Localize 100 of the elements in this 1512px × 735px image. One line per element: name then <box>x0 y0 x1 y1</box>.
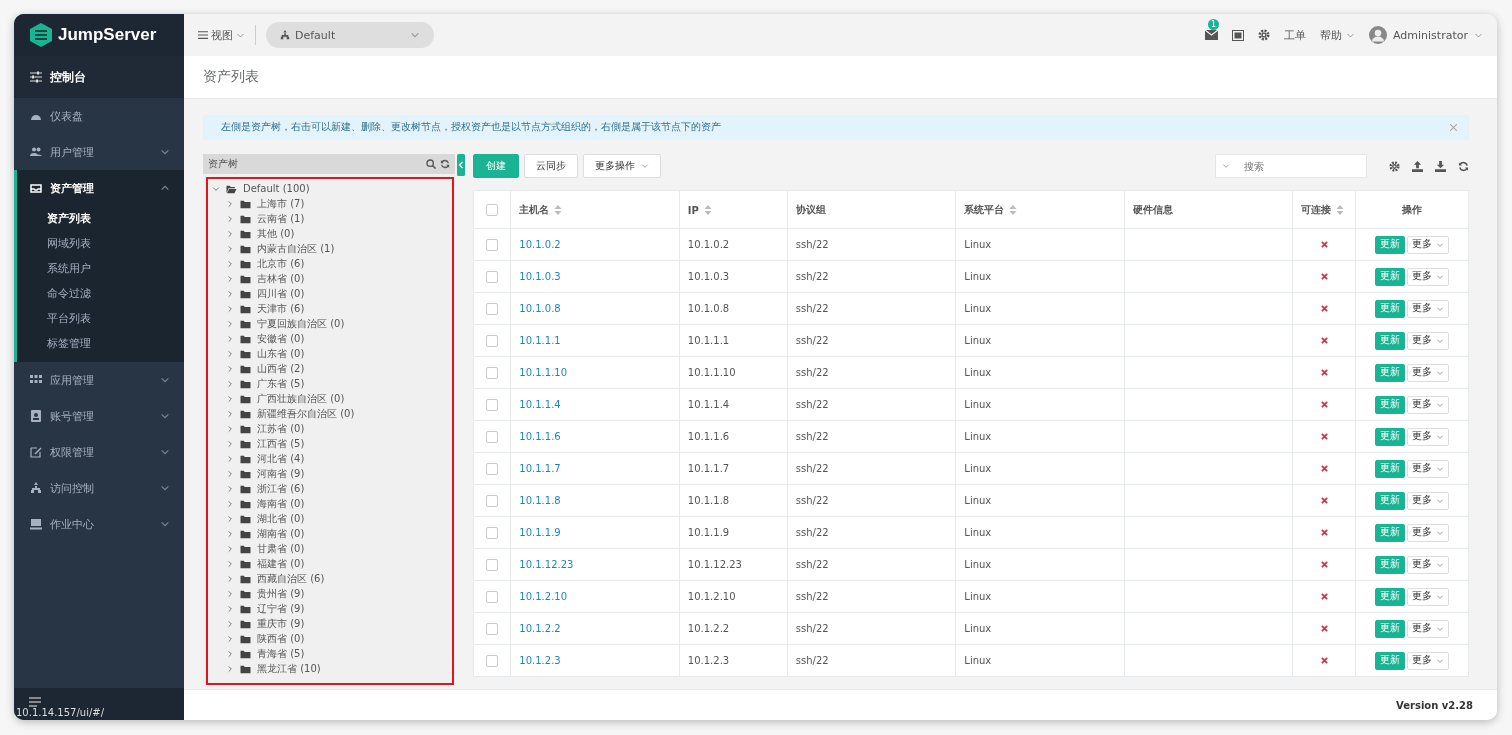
sidebar-item[interactable]: 用户管理 <box>14 134 184 170</box>
row-checkbox[interactable] <box>486 302 499 315</box>
tree-node[interactable]: 四川省 (0) <box>208 286 452 301</box>
tree-node[interactable]: 青海省 (5) <box>208 646 452 661</box>
hostname-link[interactable]: 10.1.1.10 <box>519 367 568 378</box>
node-select[interactable]: Default <box>266 22 434 48</box>
tree-node[interactable]: 山东省 (0) <box>208 346 452 361</box>
more-actions-button[interactable]: 更多操作 <box>583 154 661 178</box>
more-button[interactable]: 更多 <box>1406 619 1449 638</box>
row-checkbox[interactable] <box>486 558 499 571</box>
tree-node[interactable]: 吉林省 (0) <box>208 271 452 286</box>
more-button[interactable]: 更多 <box>1406 427 1449 446</box>
tree-node[interactable]: 新疆维吾尔自治区 (0) <box>208 406 452 421</box>
sidebar-subitem[interactable]: 标签管理 <box>17 331 184 356</box>
settings-icon[interactable] <box>1389 160 1400 172</box>
more-button[interactable]: 更多 <box>1406 491 1449 510</box>
tree-node[interactable]: 内蒙古自治区 (1) <box>208 241 452 256</box>
more-button[interactable]: 更多 <box>1406 523 1449 542</box>
sidebar-item[interactable]: 资产管理 <box>17 170 184 206</box>
hostname-link[interactable]: 10.1.0.3 <box>519 271 561 282</box>
sidebar-subitem[interactable]: 网域列表 <box>17 231 184 256</box>
hostname-link[interactable]: 10.1.1.8 <box>519 495 561 506</box>
sidebar-item[interactable]: 应用管理 <box>14 362 184 398</box>
hostname-link[interactable]: 10.1.2.2 <box>519 623 561 634</box>
row-checkbox[interactable] <box>486 334 499 347</box>
hostname-link[interactable]: 10.1.1.9 <box>519 527 561 538</box>
tree-node[interactable]: 贵州省 (9) <box>208 586 452 601</box>
sidebar-item[interactable]: 作业中心 <box>14 506 184 542</box>
hostname-link[interactable]: 10.1.12.23 <box>519 559 574 570</box>
tree-node[interactable]: 黑龙江省 (10) <box>208 661 452 676</box>
hostname-link[interactable]: 10.1.0.2 <box>519 239 561 250</box>
tree-node[interactable]: 甘肃省 (0) <box>208 541 452 556</box>
more-button[interactable]: 更多 <box>1406 587 1449 606</box>
sidebar-item[interactable]: 账号管理 <box>14 398 184 434</box>
upload-icon[interactable] <box>1412 160 1423 172</box>
hostname-link[interactable]: 10.1.0.8 <box>519 303 561 314</box>
download-icon[interactable] <box>1435 160 1446 172</box>
row-checkbox[interactable] <box>486 430 499 443</box>
sidebar-item[interactable]: 访问控制 <box>14 470 184 506</box>
row-checkbox[interactable] <box>486 622 499 635</box>
refresh-icon[interactable] <box>1458 160 1469 172</box>
tree-node[interactable]: 重庆市 (9) <box>208 616 452 631</box>
help-menu[interactable]: 帮助 <box>1320 27 1355 43</box>
close-icon[interactable] <box>1450 124 1457 131</box>
tree-node[interactable]: 湖北省 (0) <box>208 511 452 526</box>
tree-node[interactable]: 西藏自治区 (6) <box>208 571 452 586</box>
tree-node[interactable]: 辽宁省 (9) <box>208 601 452 616</box>
row-checkbox[interactable] <box>486 398 499 411</box>
more-button[interactable]: 更多 <box>1406 235 1449 254</box>
tree-node[interactable]: 河北省 (4) <box>208 451 452 466</box>
refresh-icon[interactable] <box>440 159 450 169</box>
column-header[interactable]: 可连接 <box>1292 190 1356 229</box>
sidebar-subitem[interactable]: 命令过滤 <box>17 281 184 306</box>
cloud-sync-button[interactable]: 云同步 <box>524 154 578 178</box>
sidebar-subitem[interactable]: 平台列表 <box>17 306 184 331</box>
tree-node[interactable]: 安徽省 (0) <box>208 331 452 346</box>
tree-node[interactable]: 江苏省 (0) <box>208 421 452 436</box>
settings-icon[interactable] <box>1258 29 1270 41</box>
row-checkbox[interactable] <box>486 590 499 603</box>
sidebar-subitem[interactable]: 资产列表 <box>17 206 184 231</box>
tree-node[interactable]: 江西省 (5) <box>208 436 452 451</box>
more-button[interactable]: 更多 <box>1406 299 1449 318</box>
search-field[interactable]: 搜索 <box>1215 154 1367 178</box>
more-button[interactable]: 更多 <box>1406 363 1449 382</box>
row-checkbox[interactable] <box>486 462 499 475</box>
tree-node[interactable]: 北京市 (6) <box>208 256 452 271</box>
hostname-link[interactable]: 10.1.1.1 <box>519 335 561 346</box>
select-all-checkbox[interactable] <box>486 203 499 216</box>
terminal-window-icon[interactable] <box>1232 29 1244 41</box>
collapse-menu-icon[interactable] <box>28 697 42 707</box>
tree-node[interactable]: 其他 (0) <box>208 226 452 241</box>
user-menu[interactable]: Administrator <box>1369 26 1483 44</box>
tree-node[interactable]: Default (100) <box>208 181 452 196</box>
row-checkbox[interactable] <box>486 494 499 507</box>
tree-node[interactable]: 云南省 (1) <box>208 211 452 226</box>
row-checkbox[interactable] <box>486 238 499 251</box>
tree-node[interactable]: 山西省 (2) <box>208 361 452 376</box>
sidebar-item[interactable]: 仪表盘 <box>14 98 184 134</box>
tree-node[interactable]: 广西壮族自治区 (0) <box>208 391 452 406</box>
tree-node[interactable]: 湖南省 (0) <box>208 526 452 541</box>
tree-node[interactable]: 广东省 (5) <box>208 376 452 391</box>
more-button[interactable]: 更多 <box>1406 395 1449 414</box>
hostname-link[interactable]: 10.1.2.3 <box>519 655 561 666</box>
search-icon[interactable] <box>426 159 436 169</box>
more-button[interactable]: 更多 <box>1406 651 1449 670</box>
tree-node[interactable]: 上海市 (7) <box>208 196 452 211</box>
column-header[interactable]: IP <box>679 190 788 229</box>
tree-node[interactable]: 宁夏回族自治区 (0) <box>208 316 452 331</box>
more-button[interactable]: 更多 <box>1406 331 1449 350</box>
row-checkbox[interactable] <box>486 654 499 667</box>
tree-node[interactable]: 天津市 (6) <box>208 301 452 316</box>
row-checkbox[interactable] <box>486 526 499 539</box>
hostname-link[interactable]: 10.1.2.10 <box>519 591 568 602</box>
tree-node[interactable]: 浙江省 (6) <box>208 481 452 496</box>
more-button[interactable]: 更多 <box>1406 555 1449 574</box>
row-checkbox[interactable] <box>486 366 499 379</box>
hostname-link[interactable]: 10.1.1.6 <box>519 431 561 442</box>
column-header[interactable]: 系统平台 <box>955 190 1125 229</box>
collapse-panel-icon[interactable] <box>457 154 465 176</box>
mail-icon[interactable] <box>1205 30 1218 40</box>
